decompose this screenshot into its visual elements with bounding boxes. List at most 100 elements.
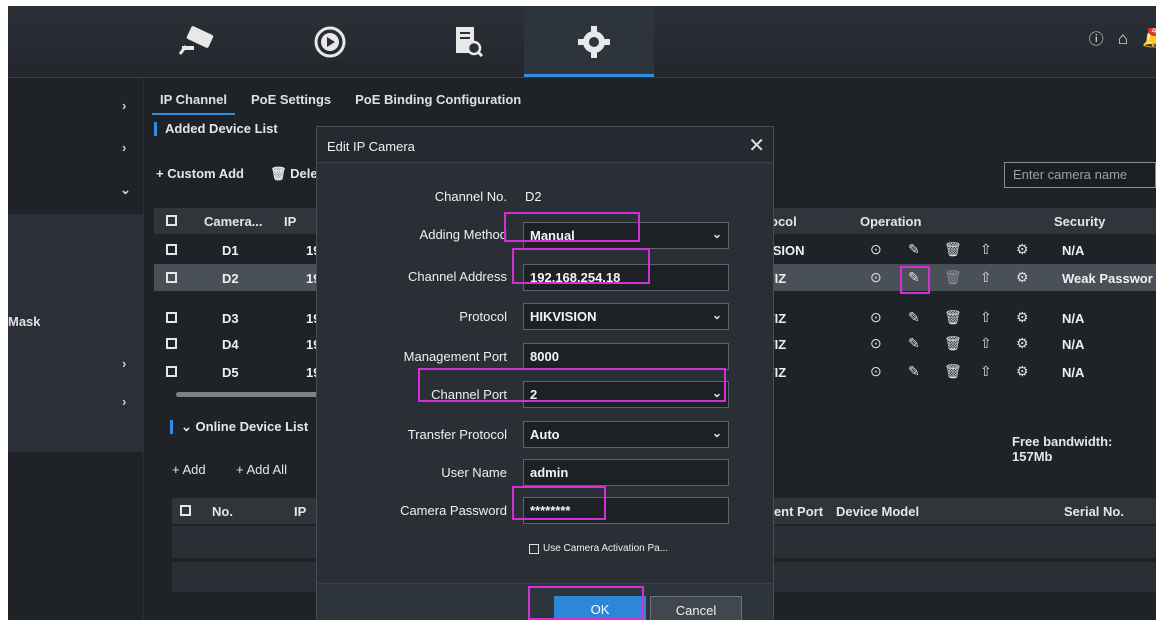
edit-icon[interactable]: ✎	[908, 309, 920, 326]
chevron-right-icon[interactable]: ›	[122, 98, 126, 113]
cell-camera: D4	[222, 337, 239, 352]
management-port-label: Management Port	[403, 349, 507, 364]
chevron-down-icon[interactable]: ⌄	[120, 182, 131, 198]
edit-icon[interactable]: ✎	[908, 269, 920, 286]
header-ip[interactable]: IP	[294, 504, 306, 519]
protocol-select[interactable]: HIKVISION ⌄	[523, 303, 729, 330]
nvr-screen: ⓘ ⌂ 🔔 4 › › ⌄ Mask › › IP Channel PoE Se…	[8, 6, 1156, 620]
adding-method-value: Manual	[530, 228, 575, 243]
cell-camera: D2	[222, 271, 239, 286]
delete-icon[interactable]: 🗑	[944, 269, 962, 286]
camera-password-label: Camera Password	[400, 503, 507, 518]
protocol-label: Protocol	[459, 309, 507, 324]
transfer-protocol-select[interactable]: Auto ⌄	[523, 421, 729, 448]
user-name-input[interactable]: admin	[523, 459, 729, 486]
select-all-checkbox[interactable]	[180, 505, 191, 516]
delete-icon[interactable]: 🗑	[944, 241, 962, 258]
camera-search-input[interactable]: Enter camera name	[1004, 162, 1156, 188]
row-checkbox[interactable]	[166, 338, 177, 349]
add-button[interactable]: + Add	[172, 462, 206, 477]
ok-button[interactable]: OK	[554, 596, 646, 620]
camera-password-input[interactable]: ********	[523, 497, 729, 524]
edit-icon[interactable]: ✎	[908, 363, 920, 380]
camera-icon[interactable]	[176, 20, 220, 64]
delete-icon[interactable]: 🗑	[944, 363, 962, 380]
live-view-icon[interactable]: ⊙	[870, 241, 882, 258]
header-ip[interactable]: IP	[284, 214, 296, 229]
dialog-title: Edit IP Camera	[327, 139, 415, 154]
upgrade-icon[interactable]: ⇧	[980, 241, 992, 258]
cell-security: N/A	[1062, 365, 1085, 380]
row-checkbox[interactable]	[166, 244, 177, 255]
live-view-icon[interactable]: ⊙	[870, 335, 882, 352]
tab-ip-channel[interactable]: IP Channel	[152, 92, 235, 115]
close-icon[interactable]: ✕	[748, 133, 765, 158]
tab-bar: IP Channel PoE Settings PoE Binding Conf…	[152, 92, 529, 115]
home-icon[interactable]: ⌂	[1118, 29, 1128, 49]
cell-camera: D5	[222, 365, 239, 380]
management-port-input[interactable]: 8000	[523, 343, 729, 370]
adding-method-label: Adding Method	[419, 227, 507, 242]
delete-icon[interactable]: 🗑	[944, 335, 962, 352]
notification-bell-icon[interactable]: 🔔 4	[1142, 28, 1156, 49]
chevron-right-icon[interactable]: ›	[122, 394, 126, 409]
header-management-port: nent Port	[766, 504, 824, 519]
chevron-down-icon: ⌄	[711, 426, 722, 440]
search-file-icon[interactable]	[446, 20, 490, 64]
delete-icon[interactable]: 🗑	[944, 309, 962, 326]
sidebar-item-mask[interactable]: Mask	[8, 314, 41, 329]
custom-add-button[interactable]: + Custom Add	[156, 166, 244, 181]
sidebar-selected-group	[8, 214, 144, 452]
activation-checkbox[interactable]	[529, 543, 539, 554]
online-device-list-title[interactable]: ⌄ Online Device List	[170, 420, 308, 434]
cancel-button[interactable]: Cancel	[650, 596, 742, 620]
settings-icon[interactable]: ⚙	[1016, 363, 1029, 380]
online-device-list-label: Online Device List	[195, 419, 309, 434]
edit-icon[interactable]: ✎	[908, 335, 920, 352]
channel-address-input[interactable]: 192.168.254.18	[523, 264, 729, 291]
settings-gear-icon[interactable]	[572, 20, 616, 64]
upgrade-icon[interactable]: ⇧	[980, 309, 992, 326]
cell-camera: D1	[222, 243, 239, 258]
add-all-button[interactable]: + Add All	[236, 462, 287, 477]
delete-button[interactable]: 🗑 Dele	[270, 166, 318, 182]
upgrade-icon[interactable]: ⇧	[980, 335, 992, 352]
activation-checkbox-row[interactable]: Use Camera Activation Pa...	[529, 543, 668, 554]
playback-icon[interactable]	[308, 20, 352, 64]
chevron-right-icon[interactable]: ›	[122, 140, 126, 155]
adding-method-select[interactable]: Manual ⌄	[523, 222, 729, 249]
channel-port-select[interactable]: 2 ⌄	[523, 381, 729, 408]
row-checkbox[interactable]	[166, 272, 177, 283]
row-checkbox[interactable]	[166, 366, 177, 377]
settings-icon[interactable]: ⚙	[1016, 309, 1029, 326]
settings-icon[interactable]: ⚙	[1016, 269, 1029, 286]
tab-poe-binding[interactable]: PoE Binding Configuration	[347, 92, 529, 115]
channel-address-label: Channel Address	[407, 269, 507, 284]
header-device-model: Device Model	[836, 504, 920, 519]
transfer-protocol-label: Transfer Protocol	[407, 427, 507, 442]
settings-icon[interactable]: ⚙	[1016, 335, 1029, 352]
tab-poe-settings[interactable]: PoE Settings	[243, 92, 339, 115]
cell-security: Weak Passwor	[1062, 271, 1153, 286]
chevron-down-icon[interactable]: ⌄	[181, 419, 196, 434]
info-icon[interactable]: ⓘ	[1089, 28, 1104, 49]
upgrade-icon[interactable]: ⇧	[980, 269, 992, 286]
select-all-checkbox[interactable]	[166, 215, 177, 226]
live-view-icon[interactable]: ⊙	[870, 309, 882, 326]
edit-ip-camera-dialog: Edit IP Camera ✕ Channel No. D2 Adding M…	[316, 126, 774, 620]
chevron-right-icon[interactable]: ›	[122, 356, 126, 371]
left-sidebar: › › ⌄ Mask › ›	[8, 78, 144, 620]
notification-badge: 4	[1148, 28, 1156, 36]
upgrade-icon[interactable]: ⇧	[980, 363, 992, 380]
header-no[interactable]: No.	[212, 504, 233, 519]
settings-icon[interactable]: ⚙	[1016, 241, 1029, 258]
edit-icon[interactable]: ✎	[908, 241, 920, 258]
activation-checkbox-label: Use Camera Activation Pa...	[543, 543, 669, 554]
live-view-icon[interactable]: ⊙	[870, 269, 882, 286]
row-checkbox[interactable]	[166, 312, 177, 323]
header-camera[interactable]: Camera...	[204, 214, 263, 229]
live-view-icon[interactable]: ⊙	[870, 363, 882, 380]
cell-security: N/A	[1062, 243, 1085, 258]
dialog-header: Edit IP Camera ✕	[317, 127, 773, 163]
horizontal-scrollbar[interactable]	[176, 392, 326, 397]
